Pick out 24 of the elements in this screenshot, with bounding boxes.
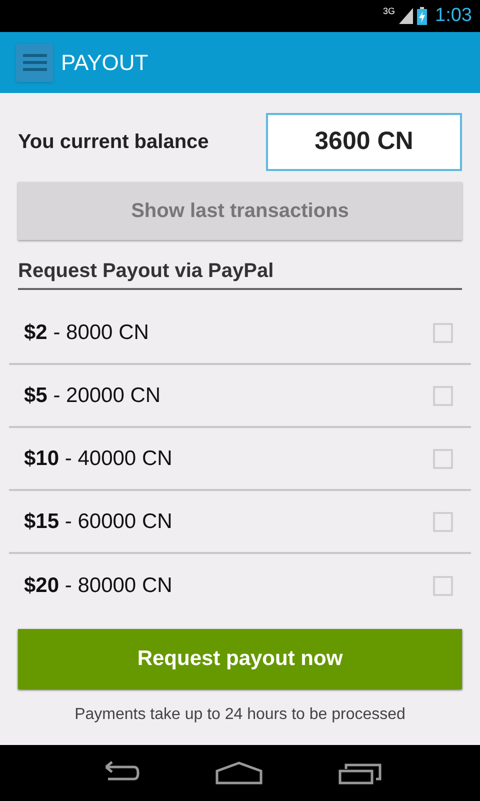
payout-option: $20 - 80000 CN <box>24 570 172 602</box>
network-label: 3G <box>383 5 396 18</box>
show-transactions-button[interactable]: Show last transactions <box>18 182 462 240</box>
request-payout-button[interactable]: Request payout now <box>18 629 462 689</box>
payout-option: $10 - 40000 CN <box>24 442 172 474</box>
home-icon[interactable] <box>214 761 263 785</box>
balance-value: 3600 CN <box>266 113 462 171</box>
signal-icon <box>399 8 414 24</box>
recent-apps-icon[interactable] <box>338 761 382 785</box>
checkbox[interactable] <box>433 322 453 342</box>
checkbox[interactable] <box>433 576 453 596</box>
checkbox[interactable] <box>433 448 453 468</box>
checkbox[interactable] <box>433 512 453 532</box>
menu-icon[interactable] <box>16 44 53 82</box>
balance-label: You current balance <box>18 130 209 155</box>
payout-option: $2 - 8000 CN <box>24 316 149 348</box>
clock: 1:03 <box>435 4 472 28</box>
screen-title: PAYOUT <box>61 49 148 77</box>
battery-icon <box>417 7 428 25</box>
payout-option: $5 - 20000 CN <box>24 380 161 412</box>
payout-option: $15 - 60000 CN <box>24 506 172 538</box>
checkbox[interactable] <box>433 386 453 406</box>
section-title: Request Payout via PayPal <box>18 260 274 282</box>
processing-note: Payments take up to 24 hours to be processed <box>74 705 406 725</box>
